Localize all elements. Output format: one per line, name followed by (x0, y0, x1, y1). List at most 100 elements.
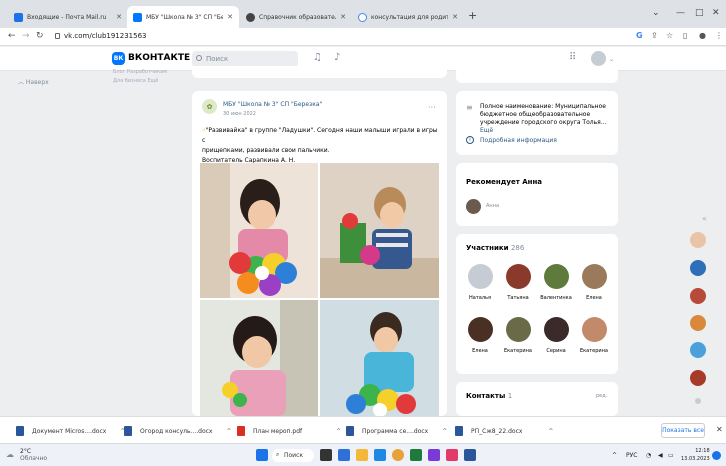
close-icon[interactable]: ✕ (716, 425, 723, 434)
maximize-icon[interactable]: □ (695, 8, 704, 18)
download-item[interactable]: РП_Сж8_22.docx ^ (455, 426, 553, 436)
wall-post: ✿ МБУ "Школа № 3" СП "Березка" 30 июн 20… (192, 91, 447, 416)
music-icon[interactable]: ♪ (334, 52, 340, 63)
member-item[interactable]: Елена (576, 264, 612, 301)
member-item[interactable]: Валентинка (538, 264, 574, 301)
recommender-name[interactable]: Анна (486, 203, 499, 209)
bell-icon[interactable]: ♫ (313, 52, 322, 63)
google-icon[interactable]: G (636, 31, 643, 40)
battery-icon[interactable]: ▭ (668, 452, 674, 459)
tray-chevron-icon[interactable]: ^ (612, 452, 617, 459)
excel-icon[interactable] (410, 449, 422, 461)
chevron-up-icon[interactable]: ^ (548, 428, 553, 435)
close-icon[interactable]: ✕ (116, 13, 122, 21)
members-title[interactable]: Участники 286 (466, 244, 524, 252)
avatar[interactable] (690, 260, 706, 276)
menu-icon[interactable]: ⋮ (715, 31, 723, 40)
clock[interactable]: 12:18 13.03.2023 (681, 447, 710, 463)
wifi-icon[interactable]: ◔ (646, 452, 651, 459)
close-icon[interactable]: ✕ (452, 13, 458, 21)
windows-start-icon[interactable] (256, 449, 268, 461)
tab-mail[interactable]: Входящие - Почта Mail.ru ✕ (8, 6, 128, 28)
post-date[interactable]: 30 июн 2022 (223, 111, 256, 117)
tab-directory[interactable]: Справочник образовательны ✕ (240, 6, 352, 28)
chevron-down-icon[interactable]: ⌄ (652, 8, 660, 18)
download-item[interactable]: Программа се....docx ^ (346, 426, 447, 436)
avatar[interactable] (690, 232, 706, 248)
reload-icon[interactable]: ↻ (36, 31, 44, 41)
search-input[interactable]: Поиск (192, 51, 298, 67)
notification-icon[interactable] (712, 451, 721, 460)
details-link[interactable]: Подробная информация (480, 137, 557, 145)
chevron-up-icon[interactable]: ^ (336, 428, 341, 435)
post-author[interactable]: МБУ "Школа № 3" СП "Березка" (223, 101, 322, 108)
language-indicator[interactable]: РУС (626, 452, 637, 459)
download-item[interactable]: Документ Micros....docx ^ (16, 426, 125, 436)
dot-icon (695, 398, 701, 404)
window-close-icon[interactable]: ✕ (712, 8, 720, 18)
close-icon[interactable]: ✕ (227, 13, 233, 21)
scroll-to-top[interactable]: ︿ Наверх (18, 77, 49, 86)
url-field[interactable]: vk.com/club191231563 (64, 32, 147, 40)
avatar[interactable] (690, 315, 706, 331)
taskbar-search[interactable]: ⌕ Поиск (272, 449, 314, 462)
tab-consultation[interactable]: консультация для родителей р ✕ (352, 6, 464, 28)
chrome-icon[interactable] (392, 449, 404, 461)
contacts-title[interactable]: Контакты 1 (466, 392, 512, 400)
member-item[interactable]: Татьяна (500, 264, 536, 301)
avatar[interactable] (690, 288, 706, 304)
chevron-down-icon[interactable]: ⌄ (609, 56, 614, 63)
back-icon[interactable]: ← (8, 31, 16, 41)
volume-icon[interactable]: ◀ (658, 452, 663, 459)
download-item[interactable]: План мероп.pdf ^ (237, 426, 341, 436)
forward-icon[interactable]: → (22, 31, 30, 41)
photo-child-flower-blue (320, 300, 439, 416)
photo-child-toy (320, 163, 439, 298)
tab-vk-group[interactable]: МБУ "Школа № 3" СП "Березк ✕ (127, 6, 239, 28)
post-photo-1[interactable] (200, 163, 318, 298)
avatar (581, 317, 607, 342)
download-item[interactable]: Огород консуль....docx ^ (124, 426, 232, 436)
member-item[interactable]: Елена (462, 317, 498, 354)
avatar[interactable] (466, 199, 481, 214)
app-icon[interactable] (446, 449, 458, 461)
vk-logo-icon[interactable]: ВК (112, 52, 125, 65)
chevron-up-icon[interactable]: ^ (442, 428, 447, 435)
apps-grid-icon[interactable]: ⠿ (569, 52, 576, 63)
yandex-icon[interactable] (428, 449, 440, 461)
avatar[interactable] (690, 342, 706, 358)
post-photo-3[interactable] (200, 300, 318, 416)
avatar[interactable] (591, 51, 606, 66)
store-icon[interactable] (374, 449, 386, 461)
show-all-button[interactable]: Показать все (661, 423, 705, 438)
task-view-icon[interactable] (320, 449, 332, 461)
new-tab-button[interactable]: + (468, 9, 477, 22)
vk-brand[interactable]: ВКОНТАКТЕ (128, 53, 190, 63)
member-item[interactable]: Екатерина (500, 317, 536, 354)
side-panel-icon[interactable]: ▯ (683, 31, 687, 40)
member-item[interactable]: Екатерина (576, 317, 612, 354)
more-icon[interactable]: ··· (428, 103, 436, 112)
member-item[interactable]: Наталья (462, 264, 498, 301)
minimize-icon[interactable]: — (676, 8, 685, 18)
avatar[interactable] (690, 370, 706, 386)
chevron-up-icon[interactable]: ^ (226, 428, 231, 435)
close-icon[interactable]: ✕ (340, 13, 346, 21)
more-link[interactable]: Ещё (480, 127, 493, 134)
word-file-icon (455, 426, 463, 436)
group-avatar[interactable]: ✿ (202, 99, 217, 114)
explorer-icon[interactable] (356, 449, 368, 461)
member-item[interactable]: Серина (538, 317, 574, 354)
post-photo-4[interactable] (320, 300, 439, 416)
star-icon[interactable]: ☆ (666, 31, 673, 40)
address-bar: ← → ↻ vk.com/club191231563 G ⇪ ☆ ▯ ● ⋮ (0, 28, 726, 46)
collapse-icon[interactable]: « (702, 214, 707, 223)
share-icon[interactable]: ⇪ (651, 31, 658, 40)
post-photo-2[interactable] (320, 163, 439, 298)
weather-widget[interactable]: 2°C Облачно (20, 448, 47, 462)
windows-taskbar: ☁ 2°C Облачно ⌕ Поиск ^ РУС ◔ ◀ ▭ 12:18 … (0, 443, 726, 466)
profile-icon[interactable]: ● (699, 31, 706, 40)
edit-link[interactable]: ред. (596, 393, 607, 399)
word-icon[interactable] (464, 449, 476, 461)
edge-icon[interactable] (338, 449, 350, 461)
